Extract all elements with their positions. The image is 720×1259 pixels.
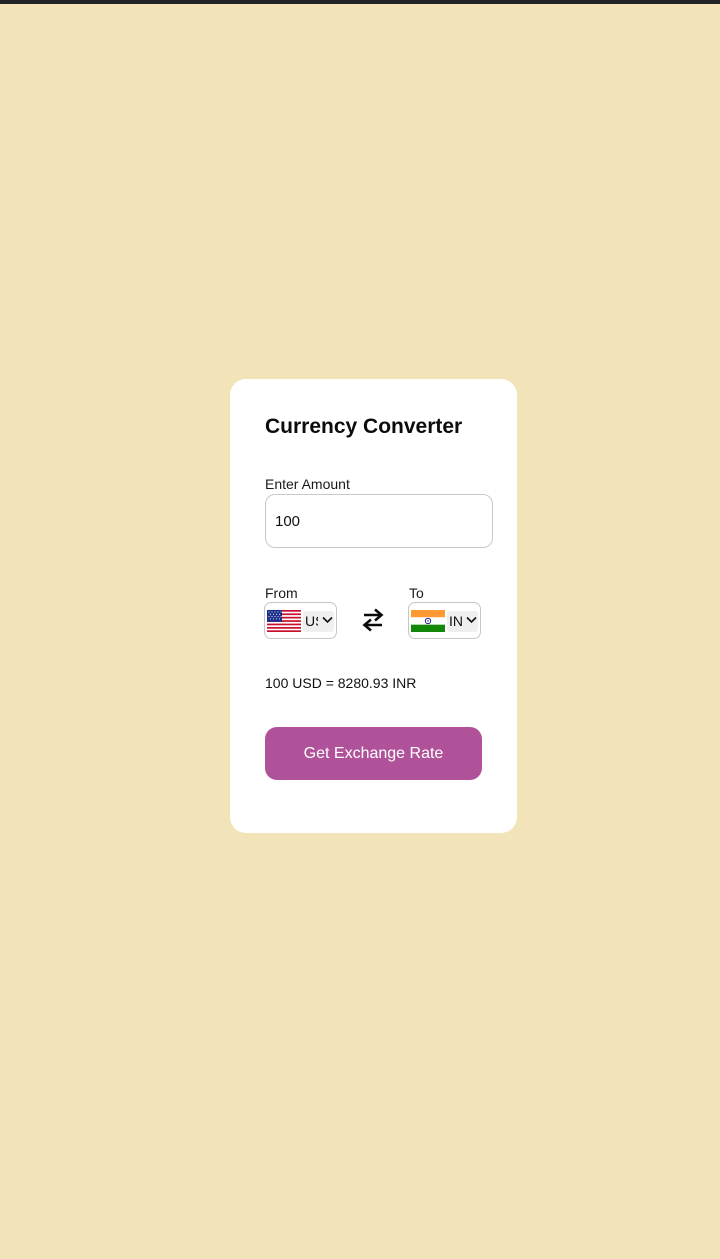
get-exchange-rate-button[interactable]: Get Exchange Rate bbox=[265, 727, 482, 780]
from-currency-select[interactable]: USD bbox=[264, 602, 337, 639]
amount-label: Enter Amount bbox=[265, 476, 350, 492]
to-currency-code: INR bbox=[449, 613, 462, 629]
us-flag-icon bbox=[267, 610, 301, 632]
chevron-down-icon bbox=[466, 616, 477, 624]
converter-card: Currency Converter Enter Amount From USD bbox=[230, 379, 517, 833]
from-label: From bbox=[265, 585, 298, 601]
from-currency-code: USD bbox=[305, 613, 318, 629]
top-status-bar bbox=[0, 0, 720, 4]
conversion-result: 100 USD = 8280.93 INR bbox=[265, 675, 417, 691]
swap-arrows-icon[interactable] bbox=[362, 608, 384, 632]
from-currency-dropdown[interactable]: USD bbox=[303, 611, 334, 632]
to-currency-select[interactable]: INR bbox=[408, 602, 481, 639]
india-flag-icon bbox=[411, 610, 445, 632]
chevron-down-icon bbox=[322, 616, 333, 624]
amount-input[interactable] bbox=[265, 494, 493, 548]
page-title: Currency Converter bbox=[265, 415, 463, 438]
to-currency-dropdown[interactable]: INR bbox=[447, 611, 478, 632]
to-label: To bbox=[409, 585, 424, 601]
